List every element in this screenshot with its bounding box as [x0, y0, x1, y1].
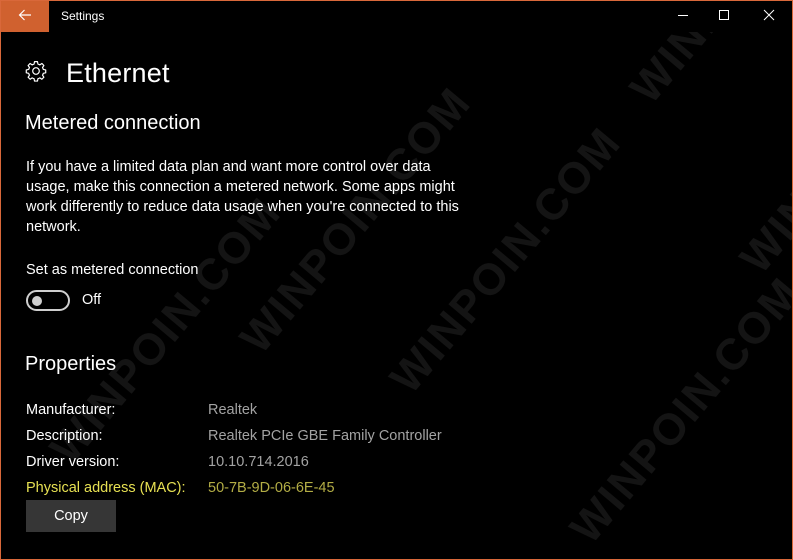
- metered-connection-toggle[interactable]: [26, 290, 70, 311]
- properties-heading: Properties: [25, 353, 117, 375]
- copy-button[interactable]: Copy: [26, 500, 116, 532]
- toggle-knob: [32, 295, 42, 306]
- window-title: Settings: [61, 9, 105, 23]
- property-value: Realtek PCIe GBE Family Controller: [208, 428, 442, 444]
- property-row-manufacturer: Manufacturer: Realtek: [26, 397, 442, 423]
- property-value: 50-7B-9D-06-6E-45: [208, 480, 335, 496]
- property-row-description: Description: Realtek PCIe GBE Family Con…: [26, 423, 442, 449]
- properties-list: Manufacturer: Realtek Description: Realt…: [26, 397, 442, 501]
- maximize-icon: [718, 8, 730, 26]
- metered-description: If you have a limited data plan and want…: [26, 159, 459, 235]
- toggle-state-text: Off: [82, 292, 102, 308]
- gear-icon: [25, 60, 47, 87]
- minimize-button[interactable]: [660, 1, 706, 32]
- back-button[interactable]: [1, 1, 49, 32]
- minimize-icon: [677, 8, 689, 26]
- title-bar: Settings: [1, 1, 792, 32]
- arrow-left-icon: [18, 8, 32, 26]
- property-label: Driver version:: [26, 454, 120, 470]
- watermark: WINPOIN.COM: [561, 268, 793, 553]
- property-value: Realtek: [208, 402, 258, 418]
- close-button[interactable]: [746, 1, 792, 32]
- property-row-driver-version: Driver version: 10.10.714.2016: [26, 449, 442, 475]
- page-header: Ethernet: [25, 58, 170, 89]
- property-label: Description:: [26, 428, 103, 444]
- property-label: Physical address (MAC):: [26, 480, 186, 496]
- settings-window: WINPOIN.COM WINPOIN.COM WINPOIN.COM WINP…: [0, 0, 793, 560]
- metered-connection-heading: Metered connection: [25, 112, 201, 134]
- property-row-mac-address: Physical address (MAC): 50-7B-9D-06-6E-4…: [26, 475, 442, 501]
- watermark: WINPOIN.COM: [731, 0, 793, 283]
- maximize-button[interactable]: [701, 1, 747, 32]
- property-label: Manufacturer:: [26, 402, 116, 418]
- property-value: 10.10.714.2016: [208, 454, 309, 470]
- metered-toggle-label: Set as metered connection: [26, 262, 199, 278]
- close-icon: [763, 8, 775, 26]
- page-title: Ethernet: [66, 58, 170, 88]
